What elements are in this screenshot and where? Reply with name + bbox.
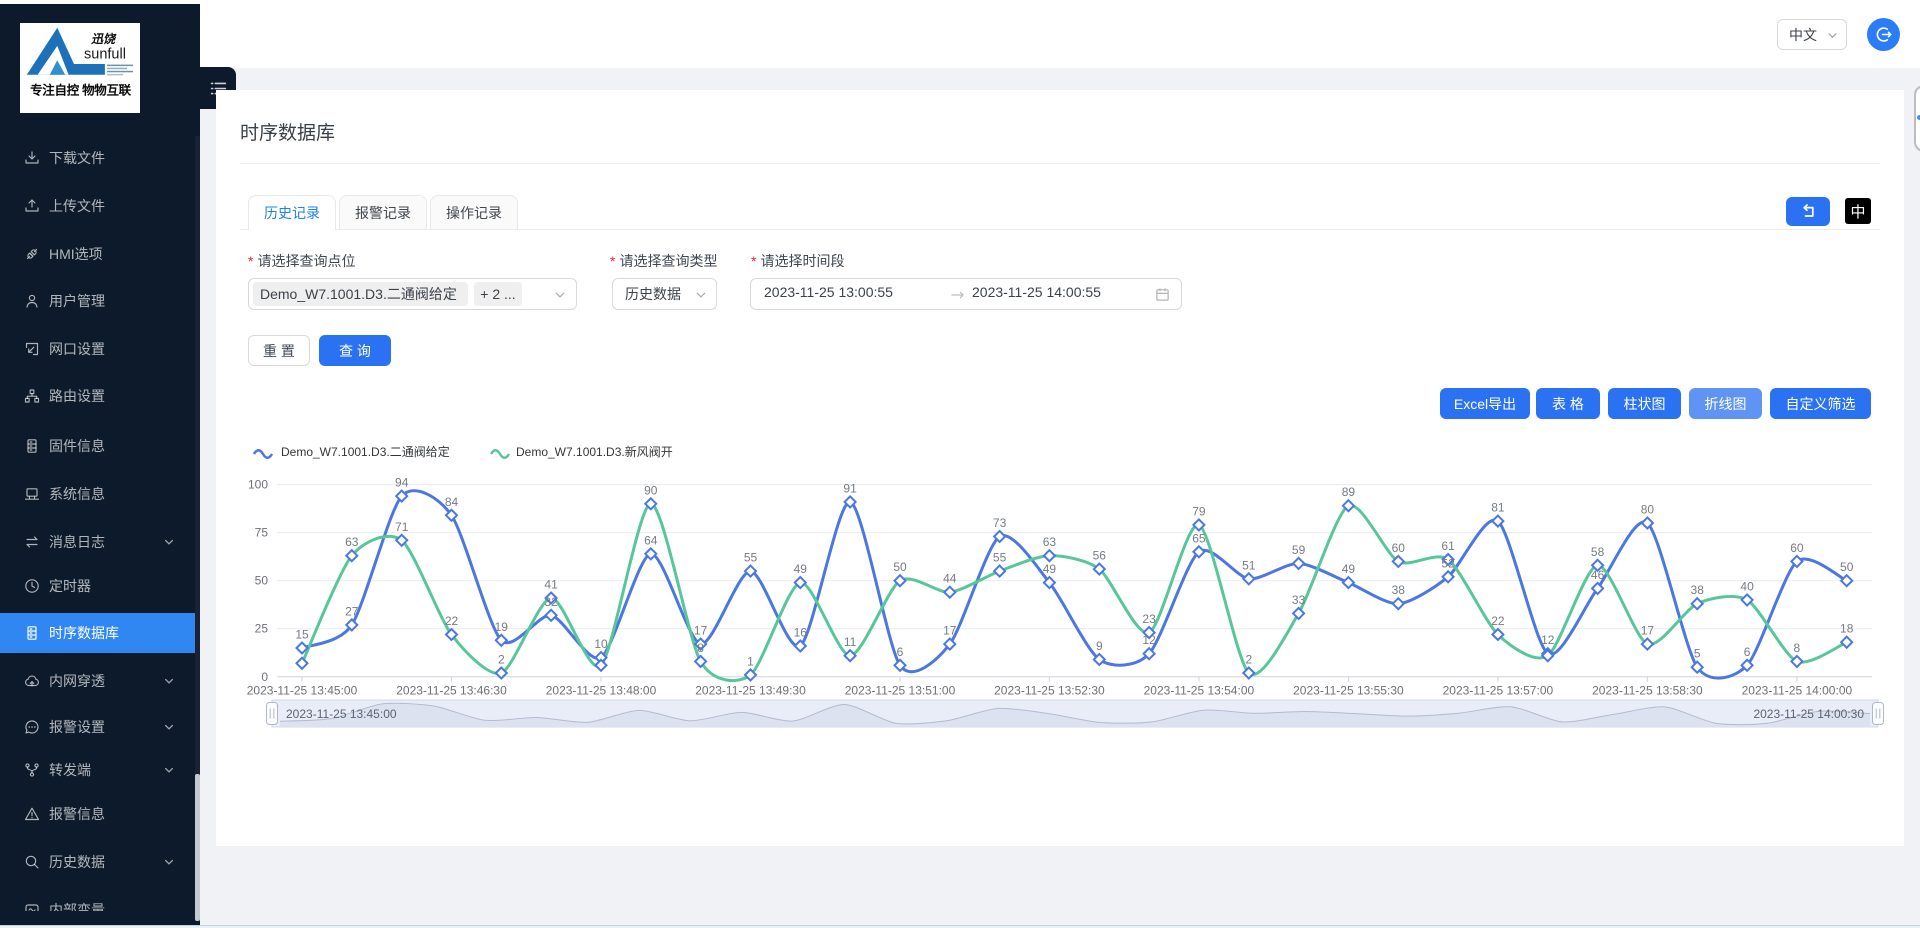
svg-text:17: 17 [1641,624,1655,638]
svg-text:2023-11-25 13:58:30: 2023-11-25 13:58:30 [1592,683,1703,697]
svg-text:90: 90 [644,483,658,497]
svg-text:8: 8 [1794,641,1801,655]
svg-text:94: 94 [395,476,409,490]
svg-text:40: 40 [1740,579,1754,593]
svg-text:38: 38 [1691,583,1705,597]
svg-text:Demo_W7.1001.D3.二通阀给定: Demo_W7.1001.D3.二通阀给定 [281,444,450,459]
svg-text:0: 0 [261,670,268,684]
svg-text:79: 79 [1192,504,1206,518]
svg-text:18: 18 [1840,622,1854,636]
svg-text:17: 17 [943,624,957,638]
svg-text:2023-11-25 13:54:00: 2023-11-25 13:54:00 [1144,683,1255,697]
svg-text:89: 89 [1342,485,1356,499]
svg-text:64: 64 [644,533,658,547]
svg-text:专注自控 物物互联: 专注自控 物物互联 [30,83,132,98]
svg-text:2023-11-25 14:00:30: 2023-11-25 14:00:30 [1753,707,1864,721]
svg-text:11: 11 [844,635,857,649]
svg-text:63: 63 [1043,535,1057,549]
svg-text:23: 23 [1142,612,1156,626]
svg-text:2023-11-25 13:49:30: 2023-11-25 13:49:30 [695,683,806,697]
svg-text:22: 22 [445,614,459,628]
svg-text:55: 55 [744,551,758,565]
svg-text:sunfull: sunfull [84,47,126,63]
svg-text:73: 73 [993,516,1007,530]
svg-text:61: 61 [1441,539,1455,553]
svg-text:2023-11-25 13:45:00: 2023-11-25 13:45:00 [286,707,397,721]
svg-text:Demo_W7.1001.D3.新风阀开: Demo_W7.1001.D3.新风阀开 [516,444,673,459]
svg-text:2023-11-25 13:45:00: 2023-11-25 13:45:00 [247,683,358,697]
svg-text:2023-11-25 13:48:00: 2023-11-25 13:48:00 [546,683,657,697]
svg-text:32: 32 [544,595,558,609]
svg-text:2023-11-25 13:55:30: 2023-11-25 13:55:30 [1293,683,1404,697]
svg-text:60: 60 [1790,541,1804,555]
svg-text:49: 49 [1043,562,1057,576]
svg-text:50: 50 [893,560,907,574]
svg-text:60: 60 [1392,541,1406,555]
svg-text:2: 2 [1245,653,1252,667]
svg-text:17: 17 [694,624,708,638]
svg-text:6: 6 [897,645,904,659]
svg-text:33: 33 [1292,593,1306,607]
svg-text:100: 100 [248,478,268,492]
svg-text:1: 1 [747,654,754,668]
svg-text:2023-11-25 13:51:00: 2023-11-25 13:51:00 [845,683,956,697]
svg-text:9: 9 [1096,639,1103,653]
svg-text:63: 63 [345,535,359,549]
svg-text:8: 8 [697,641,704,655]
svg-text:2023-11-25 13:52:30: 2023-11-25 13:52:30 [994,683,1105,697]
svg-text:44: 44 [943,572,957,586]
svg-text:65: 65 [1192,531,1206,545]
svg-text:2023-11-25 14:00:00: 2023-11-25 14:00:00 [1742,683,1853,697]
svg-text:75: 75 [255,526,269,540]
svg-text:51: 51 [1242,558,1256,572]
svg-text:81: 81 [1491,501,1505,515]
svg-text:50: 50 [255,574,269,588]
svg-text:19: 19 [495,620,509,634]
svg-text:10: 10 [594,637,608,651]
svg-text:2023-11-25 13:46:30: 2023-11-25 13:46:30 [396,683,507,697]
svg-text:46: 46 [1591,568,1605,582]
svg-text:迅饶: 迅饶 [91,32,117,46]
svg-text:2023-11-25 13:57:00: 2023-11-25 13:57:00 [1443,683,1554,697]
svg-text:25: 25 [255,622,269,636]
svg-text:58: 58 [1591,545,1605,559]
svg-text:5: 5 [1694,647,1701,661]
svg-text:2: 2 [498,653,505,667]
svg-text:27: 27 [345,604,359,618]
svg-text:38: 38 [1392,583,1406,597]
svg-text:52: 52 [1441,556,1455,570]
svg-text:12: 12 [1541,633,1555,647]
svg-text:6: 6 [1744,645,1751,659]
svg-text:49: 49 [1342,562,1356,576]
svg-text:56: 56 [1093,549,1107,563]
svg-text:12: 12 [1142,633,1156,647]
svg-text:41: 41 [544,578,558,592]
svg-text:55: 55 [993,551,1007,565]
svg-text:16: 16 [794,626,808,640]
svg-text:49: 49 [794,562,808,576]
svg-text:71: 71 [395,520,409,534]
svg-text:84: 84 [445,495,459,509]
svg-text:15: 15 [295,628,309,642]
svg-text:50: 50 [1840,560,1854,574]
svg-text:91: 91 [843,481,857,495]
svg-text:22: 22 [1491,614,1505,628]
svg-text:59: 59 [1292,543,1306,557]
svg-text:80: 80 [1641,503,1655,517]
